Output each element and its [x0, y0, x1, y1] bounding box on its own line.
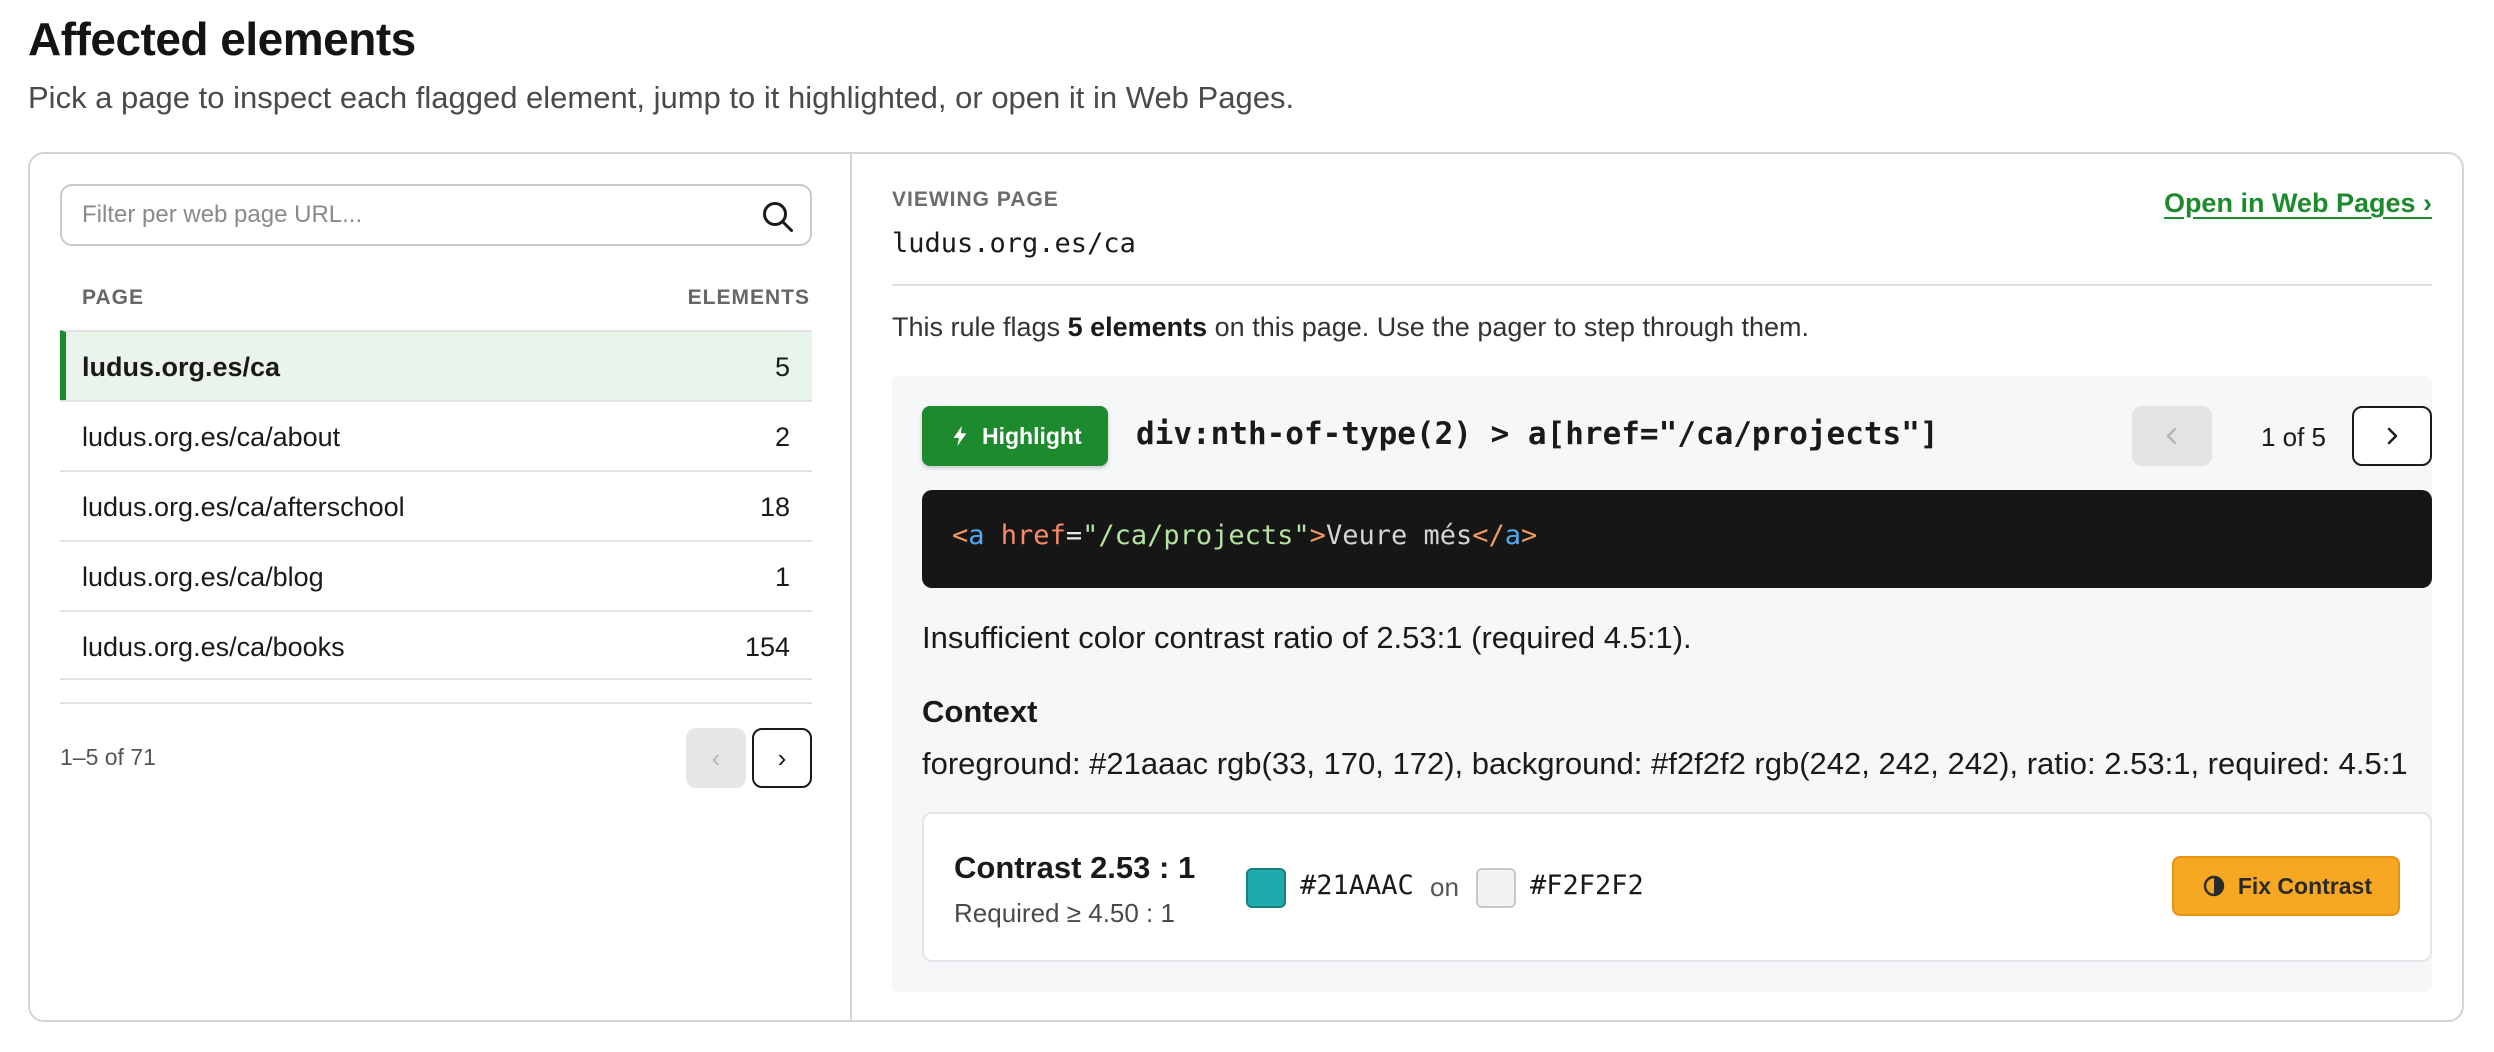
page-subtitle: Pick a page to inspect each flagged elem…	[28, 80, 1295, 115]
row-url: ludus.org.es/ca	[82, 352, 281, 382]
code-bracket: </	[1472, 520, 1505, 551]
page-table-body: ludus.org.es/ca 5 ludus.org.es/ca/about …	[60, 330, 812, 680]
page-next-button[interactable]: ›	[752, 728, 812, 788]
row-count: 1	[774, 562, 790, 592]
code-text: Veure més	[1325, 520, 1473, 551]
background-hex: #F2F2F2	[1530, 870, 1644, 901]
row-url: ludus.org.es/ca/blog	[82, 562, 324, 592]
highlight-button[interactable]: Highlight	[922, 406, 1108, 466]
row-url: ludus.org.es/ca/afterschool	[82, 492, 405, 522]
highlight-button-label: Highlight	[982, 422, 1082, 449]
context-heading: Context	[922, 694, 1038, 729]
contrast-required: Required ≥ 4.50 : 1	[954, 898, 1175, 928]
row-count: 18	[759, 492, 790, 522]
element-next-button[interactable]	[2352, 406, 2432, 466]
table-row[interactable]: ludus.org.es/ca/about 2	[60, 400, 812, 470]
chevron-right-icon	[2387, 427, 2398, 445]
background-swatch	[1476, 868, 1516, 908]
chevron-left-icon: ‹	[711, 742, 721, 773]
row-count: 5	[774, 352, 790, 382]
contrast-ratio: Contrast 2.53 : 1	[954, 850, 1196, 885]
divider	[892, 284, 2432, 286]
affected-elements-panel: PAGE ELEMENTS ludus.org.es/ca 5 ludus.or…	[28, 152, 2464, 1022]
page-prev-button[interactable]: ‹	[686, 728, 746, 788]
summary-count: 5 elements	[1067, 312, 1208, 342]
url-filter	[60, 184, 812, 246]
element-card: Highlight div:nth-of-type(2) > a[href="/…	[892, 376, 2432, 992]
code-tag: a	[1504, 520, 1522, 551]
code-bracket: <	[952, 520, 969, 551]
code-bracket: >	[1309, 520, 1326, 551]
rule-summary: This rule flags 5 elements on this page.…	[892, 312, 1809, 343]
element-code-snippet: <a href="/ca/projects">Veure més</a>	[922, 490, 2432, 588]
page-list-pane: PAGE ELEMENTS ludus.org.es/ca 5 ludus.or…	[30, 154, 852, 1020]
bolt-icon	[953, 425, 967, 447]
open-in-web-pages-link[interactable]: Open in Web Pages ›	[2164, 188, 2432, 219]
context-text: foreground: #21aaac rgb(33, 170, 172), b…	[922, 746, 2408, 781]
element-detail-pane: VIEWING PAGE ludus.org.es/ca Open in Web…	[854, 154, 2462, 1020]
element-prev-button[interactable]	[2132, 406, 2212, 466]
chevron-left-icon	[2166, 427, 2177, 445]
summary-text: This rule flags	[892, 312, 1068, 342]
contrast-summary: Contrast 2.53 : 1 Required ≥ 4.50 : 1 #2…	[922, 812, 2432, 962]
code-attr: href	[1000, 520, 1066, 551]
viewing-page-url: ludus.org.es/ca	[892, 228, 1136, 259]
viewing-page-label: VIEWING PAGE	[892, 188, 1059, 211]
chevron-right-icon: ›	[777, 742, 787, 773]
page-title: Affected elements	[28, 13, 416, 65]
fix-contrast-label: Fix Contrast	[2237, 872, 2372, 899]
table-row[interactable]: ludus.org.es/ca/books 154	[60, 610, 812, 680]
foreground-hex: #21AAAC	[1300, 870, 1414, 901]
contrast-icon	[2203, 875, 2225, 897]
pagination-range: 1–5 of 71	[60, 744, 156, 770]
code-tag: a	[968, 520, 985, 551]
search-icon[interactable]	[760, 199, 796, 235]
url-filter-input[interactable]	[82, 194, 742, 236]
foreground-swatch	[1246, 868, 1286, 908]
row-url: ludus.org.es/ca/about	[82, 422, 341, 452]
element-selector: div:nth-of-type(2) > a[href="/ca/project…	[1136, 416, 1939, 452]
issue-message: Insufficient color contrast ratio of 2.5…	[922, 620, 1692, 655]
row-count: 2	[774, 422, 790, 452]
column-header-page[interactable]: PAGE	[82, 286, 144, 310]
element-pager-count: 1 of 5	[2260, 422, 2326, 452]
table-row[interactable]: ludus.org.es/ca 5	[60, 330, 812, 400]
table-pagination: 1–5 of 71 ‹ ›	[60, 702, 812, 802]
summary-text: on this page. Use the pager to step thro…	[1207, 312, 1810, 342]
row-url: ludus.org.es/ca/books	[82, 632, 345, 662]
row-count: 154	[744, 632, 790, 662]
code-bracket: >	[1521, 520, 1538, 551]
affected-elements-view: Affected elements Pick a page to inspect…	[0, 0, 2494, 1052]
code-attr-value: "/ca/projects"	[1082, 520, 1310, 551]
column-header-elements[interactable]: ELEMENTS	[688, 286, 810, 310]
table-row[interactable]: ludus.org.es/ca/afterschool 18	[60, 470, 812, 540]
table-header: PAGE ELEMENTS	[60, 272, 812, 332]
fix-contrast-button[interactable]: Fix Contrast	[2171, 856, 2400, 916]
code-equals: =	[1065, 520, 1083, 551]
table-row[interactable]: ludus.org.es/ca/blog 1	[60, 540, 812, 610]
on-label: on	[1430, 872, 1459, 902]
